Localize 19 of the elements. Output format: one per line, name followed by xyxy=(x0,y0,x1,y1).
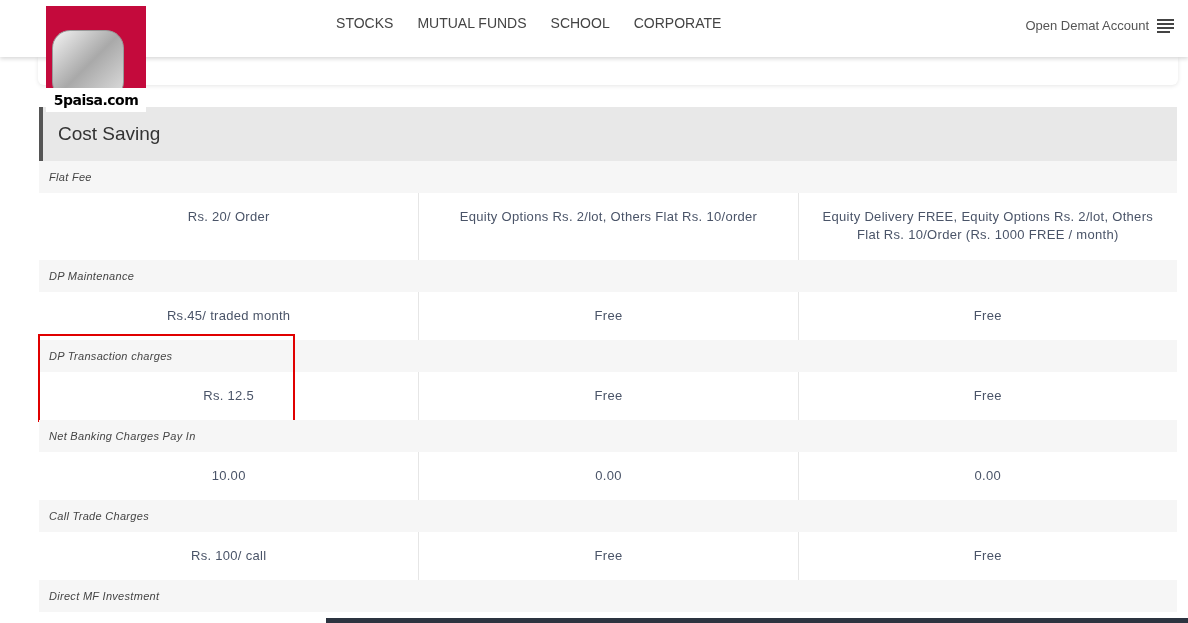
nav-link[interactable]: CORPORATE xyxy=(633,13,722,34)
logo[interactable]: 5paisa.com xyxy=(46,6,146,112)
table-cell-text: Rs. 100/ call xyxy=(189,547,268,565)
nav-link[interactable]: SCHOOL xyxy=(550,13,610,34)
table-cell-text: Rs. 20/ Order xyxy=(186,208,271,226)
table-cell-text: 10.00 xyxy=(210,467,247,485)
category-label: Direct MF Investment xyxy=(49,588,160,604)
open-account-link[interactable]: Open Demat Account xyxy=(1025,15,1149,36)
nav-link[interactable]: STOCKS xyxy=(336,13,394,34)
nav-link[interactable]: MUTUAL FUNDS xyxy=(417,13,527,34)
menu-icon[interactable] xyxy=(1157,18,1174,33)
table-cell-text: Rs. 12.5 xyxy=(202,387,256,405)
section-title: Cost Saving xyxy=(58,121,161,146)
category-label: Net Banking Charges Pay In xyxy=(49,428,196,444)
category-label: Call Trade Charges xyxy=(49,508,149,524)
table-cell-text: Rs.45/ traded month xyxy=(165,307,292,325)
category-label: Flat Fee xyxy=(49,169,92,185)
category-label: DP Maintenance xyxy=(49,268,135,284)
category-label: DP Transaction charges xyxy=(49,348,173,364)
